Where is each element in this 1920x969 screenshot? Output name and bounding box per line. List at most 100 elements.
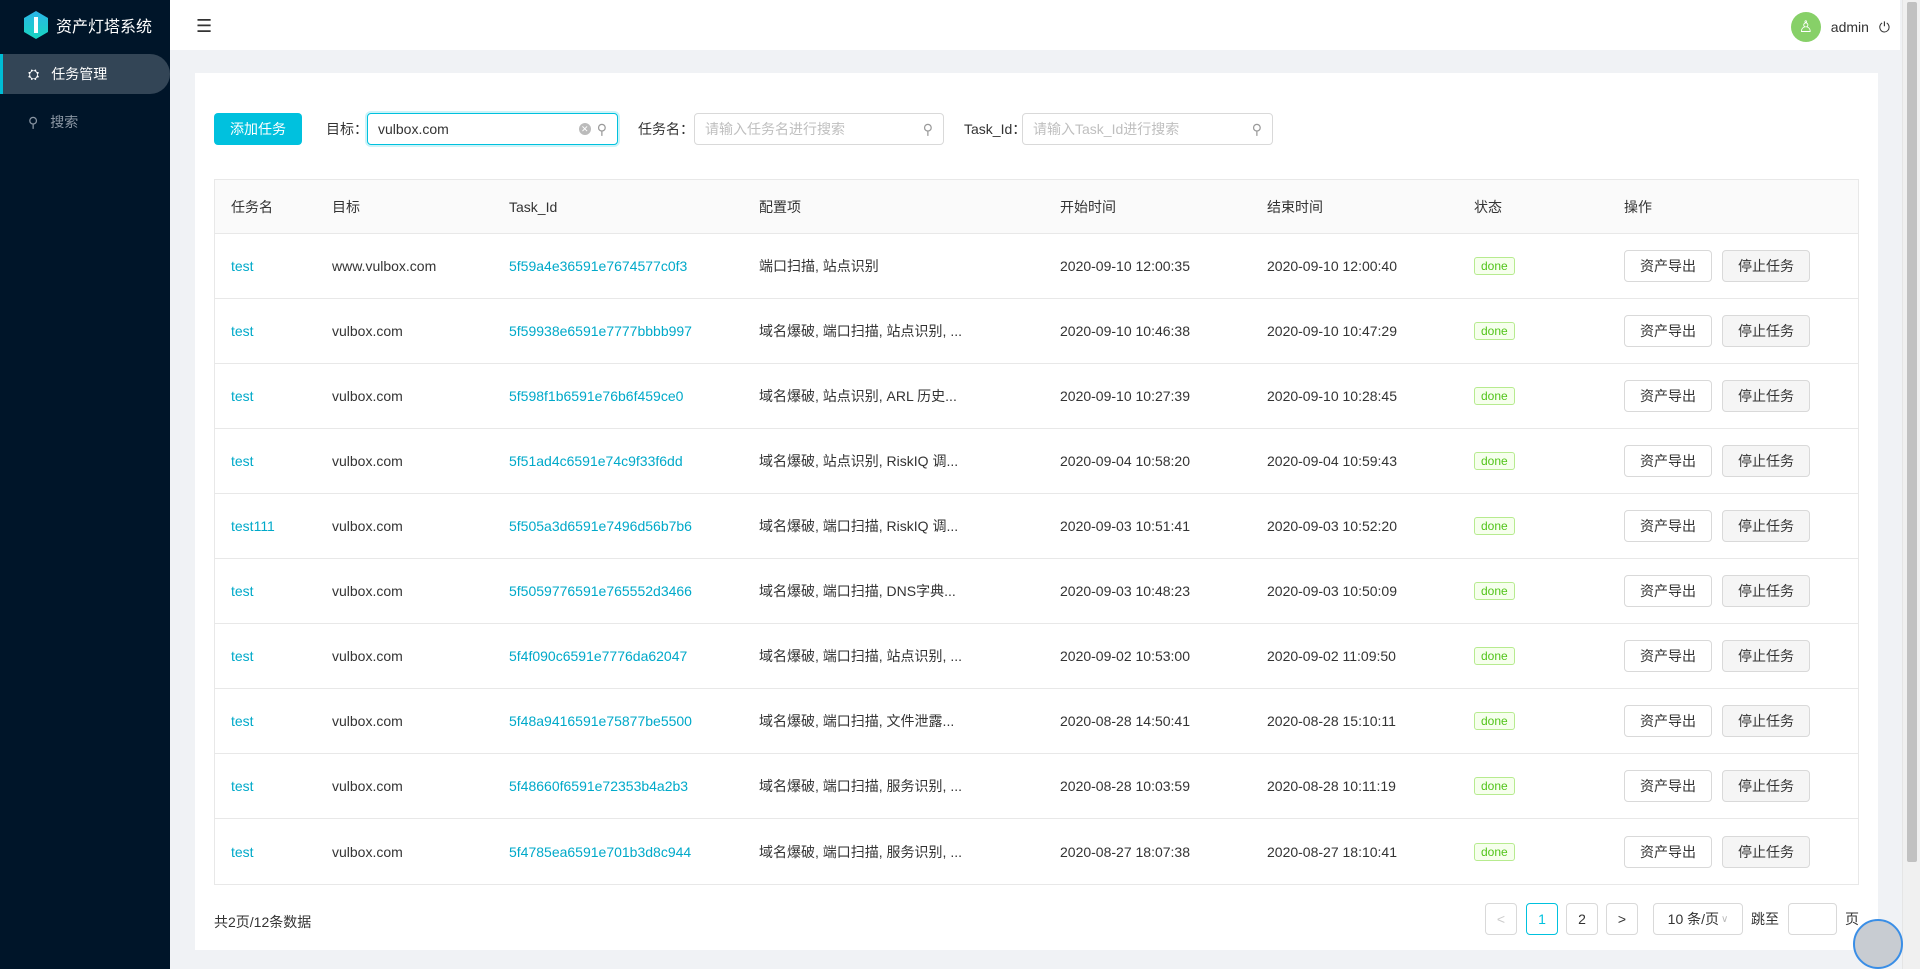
stop-task-button[interactable]: 停止任务 (1722, 835, 1810, 868)
config-cell: 域名爆破, 端口扫描, 文件泄露... (759, 713, 955, 729)
target-cell: vulbox.com (332, 323, 403, 339)
page-size-select[interactable]: 10 条/页 ∨ (1653, 903, 1743, 935)
menu-fold-icon[interactable]: ☰ (196, 16, 212, 37)
export-assets-button[interactable]: 资产导出 (1624, 575, 1712, 607)
name-cell[interactable]: test111 (231, 494, 275, 558)
start-cell: 2020-09-04 10:58:20 (1060, 453, 1190, 469)
stop-task-button[interactable]: 停止任务 (1722, 445, 1810, 477)
target-cell: vulbox.com (332, 713, 403, 729)
name-cell[interactable]: test (231, 299, 254, 363)
name-cell[interactable]: test (231, 559, 254, 623)
export-assets-button[interactable]: 资产导出 (1624, 315, 1712, 347)
name-cell[interactable]: test (231, 429, 254, 493)
config-cell: 域名爆破, 站点识别, ARL 历史... (759, 388, 957, 404)
stop-task-button[interactable]: 停止任务 (1722, 770, 1810, 802)
export-assets-button[interactable]: 资产导出 (1624, 835, 1712, 868)
status-badge: done (1474, 842, 1515, 861)
end-cell: 2020-09-02 11:09:50 (1267, 648, 1396, 664)
start-cell: 2020-09-03 10:48:23 (1060, 583, 1190, 599)
name-cell[interactable]: test (231, 754, 254, 818)
status-cell: done (1474, 754, 1515, 818)
app-logo[interactable]: 资产灯塔系统 (24, 11, 152, 39)
clear-icon[interactable]: ✕ (578, 123, 591, 135)
avatar[interactable]: ♙ (1790, 12, 1821, 42)
task-id-cell[interactable]: 5f598f1b6591e76b6f459ce0 (509, 364, 683, 428)
table-row: test vulbox.com 5f48660f6591e72353b4a2b3 域名… (215, 754, 1858, 819)
status-badge: done (1474, 257, 1515, 275)
export-assets-button[interactable]: 资产导出 (1624, 770, 1712, 802)
user-menu[interactable]: ♙ admin ⏻ (1790, 12, 1890, 42)
name-cell[interactable]: test (231, 689, 254, 753)
next-page-button[interactable]: > (1606, 903, 1638, 935)
status-cell: done (1474, 689, 1515, 753)
top-header: ☰ ♙ admin ⏻ (170, 0, 1900, 50)
name-cell[interactable]: test (231, 364, 254, 428)
task-id-cell[interactable]: 5f59938e6591e7777bbbb997 (509, 299, 692, 363)
end-cell: 2020-08-28 10:11:19 (1267, 778, 1396, 794)
status-cell: done (1474, 559, 1515, 623)
stop-task-button[interactable]: 停止任务 (1722, 250, 1810, 282)
logout-icon[interactable]: ⏻ (1879, 19, 1890, 36)
stop-task-button[interactable]: 停止任务 (1722, 575, 1810, 607)
export-assets-button[interactable]: 资产导出 (1624, 380, 1712, 412)
search-icon[interactable]: ⚲ (923, 121, 933, 138)
target-input-value: vulbox.com (378, 121, 449, 137)
status-cell: done (1474, 624, 1515, 688)
start-cell: 2020-09-10 10:27:39 (1060, 388, 1190, 404)
prev-page-button[interactable]: < (1485, 903, 1517, 935)
stop-task-button[interactable]: 停止任务 (1722, 705, 1810, 737)
search-icon[interactable]: ⚲ (1252, 121, 1262, 138)
task-id-cell[interactable]: 5f4785ea6591e701b3d8c944 (509, 819, 691, 884)
stop-task-button[interactable]: 停止任务 (1722, 315, 1810, 347)
target-cell: vulbox.com (332, 778, 403, 794)
target-cell: vulbox.com (332, 518, 403, 534)
status-cell: done (1474, 494, 1515, 558)
add-task-button[interactable]: 添加任务 (214, 113, 302, 145)
name-cell[interactable]: test (231, 234, 254, 298)
task-id-cell[interactable]: 5f48660f6591e72353b4a2b3 (509, 754, 688, 818)
stop-task-button[interactable]: 停止任务 (1722, 510, 1810, 542)
status-cell: done (1474, 819, 1515, 884)
task-id-search-input[interactable]: 请输入Task_Id进行搜索 ⚲ (1022, 113, 1273, 145)
status-badge: done (1474, 647, 1515, 665)
page-1-button[interactable]: 1 (1526, 903, 1558, 935)
jump-page-input[interactable] (1788, 903, 1837, 935)
task-id-cell[interactable]: 5f48a9416591e75877be5500 (509, 689, 692, 753)
status-cell: done (1474, 364, 1515, 428)
start-cell: 2020-09-02 10:53:00 (1060, 648, 1190, 664)
task-id-cell[interactable]: 5f5059776591e765552d3466 (509, 559, 692, 623)
column-header: 状态 (1474, 198, 1502, 215)
page-size-value: 10 条/页 (1667, 911, 1720, 927)
column-header: 任务名 (231, 198, 273, 215)
sidebar-item-search[interactable]: ⚲ 搜索 (0, 102, 170, 142)
name-cell[interactable]: test (231, 624, 254, 688)
name-cell[interactable]: test (231, 819, 254, 884)
task-name-search-input[interactable]: 请输入任务名进行搜索 ⚲ (694, 113, 944, 145)
table-row: test www.vulbox.com 5f59a4e36591e7674577c0… (215, 234, 1858, 299)
stop-task-button[interactable]: 停止任务 (1722, 380, 1810, 412)
table-row: test vulbox.com 5f598f1b6591e76b6f459ce0 域名… (215, 364, 1858, 429)
export-assets-button[interactable]: 资产导出 (1624, 640, 1712, 672)
target-cell: vulbox.com (332, 843, 403, 860)
scrollbar[interactable] (1902, 0, 1920, 969)
task-id-cell[interactable]: 5f51ad4c6591e74c9f33f6dd (509, 429, 683, 493)
sidebar-item-task-management[interactable]: ⛭ 任务管理 (0, 54, 170, 94)
target-cell: vulbox.com (332, 583, 403, 599)
task-id-cell[interactable]: 5f59a4e36591e7674577c0f3 (509, 234, 687, 298)
search-icon[interactable]: ⚲ (597, 121, 607, 138)
chat-robot-icon[interactable] (1853, 919, 1903, 969)
task-id-cell[interactable]: 5f4f090c6591e7776da62047 (509, 624, 687, 688)
scrollbar-thumb[interactable] (1907, 2, 1917, 862)
start-cell: 2020-09-10 10:46:38 (1060, 323, 1190, 339)
export-assets-button[interactable]: 资产导出 (1624, 510, 1712, 542)
export-assets-button[interactable]: 资产导出 (1624, 250, 1712, 282)
stop-task-button[interactable]: 停止任务 (1722, 640, 1810, 672)
target-search-input[interactable]: vulbox.com ✕ ⚲ (367, 113, 618, 145)
status-badge: done (1474, 387, 1515, 405)
export-assets-button[interactable]: 资产导出 (1624, 705, 1712, 737)
actions-cell: 资产导出 停止任务 (1624, 234, 1810, 298)
export-assets-button[interactable]: 资产导出 (1624, 445, 1712, 477)
task-id-cell[interactable]: 5f505a3d6591e7496d56b7b6 (509, 494, 692, 558)
page-2-button[interactable]: 2 (1566, 903, 1598, 935)
target-cell: www.vulbox.com (332, 258, 437, 274)
